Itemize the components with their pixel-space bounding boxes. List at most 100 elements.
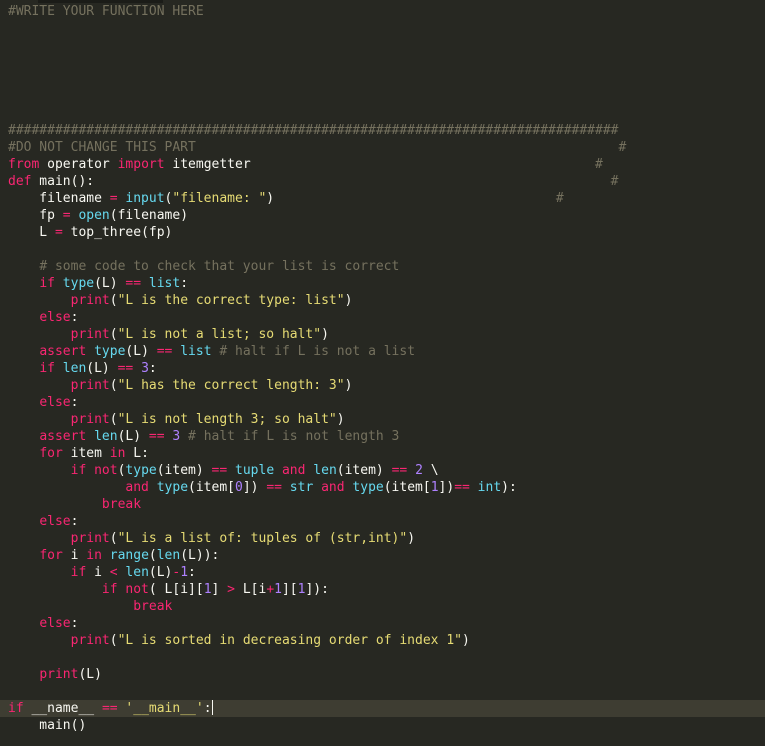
code-token: : xyxy=(188,565,196,580)
code-token: if xyxy=(39,361,55,376)
code-line[interactable]: ########################################… xyxy=(0,122,765,139)
code-token: : xyxy=(180,276,189,291)
code-token: i xyxy=(86,565,110,580)
code-token: if xyxy=(8,701,24,716)
code-token: '__main__' xyxy=(125,701,204,716)
code-line[interactable]: print("L has the correct length: 3") xyxy=(0,377,765,394)
code-line[interactable]: from operator import itemgetter # xyxy=(0,156,765,173)
code-line[interactable]: else: xyxy=(0,309,765,326)
code-token: ): xyxy=(501,480,517,495)
code-editor[interactable]: #WRITE YOUR FUNCTION HERE ###############… xyxy=(0,0,765,746)
code-line[interactable]: if type(L) == list: xyxy=(0,275,765,292)
code-line[interactable]: if i < len(L)-1: xyxy=(0,564,765,581)
code-line[interactable]: break xyxy=(0,598,765,615)
code-line[interactable]: print("L is a list of: tuples of (str,in… xyxy=(0,530,765,547)
code-token: : xyxy=(148,361,157,376)
code-token: (L) xyxy=(94,276,126,291)
code-token: # halt if L is not a list xyxy=(219,344,416,359)
code-line[interactable]: main() xyxy=(0,717,765,734)
code-line[interactable]: print("L is not length 3; so halt") xyxy=(0,411,765,428)
code-token: if xyxy=(39,276,55,291)
code-line[interactable]: break xyxy=(0,496,765,513)
code-line[interactable]: else: xyxy=(0,394,765,411)
code-line[interactable]: if len(L) == 3: xyxy=(0,360,765,377)
code-token: assert xyxy=(39,344,87,359)
code-token: ########################################… xyxy=(8,123,619,138)
code-line[interactable]: if not(type(item) == tuple and len(item)… xyxy=(0,462,765,479)
code-token: ( L[i][ xyxy=(148,582,204,597)
code-line[interactable] xyxy=(0,88,765,105)
code-line[interactable]: def main(): # xyxy=(0,173,765,190)
code-token: == xyxy=(454,480,470,495)
code-token: if xyxy=(101,582,118,597)
code-line[interactable] xyxy=(0,20,765,37)
code-token: filename xyxy=(8,191,110,206)
code-token: : xyxy=(70,310,79,325)
code-token: "L is a list of: tuples of (str,int)" xyxy=(117,531,408,546)
code-token: (L) xyxy=(125,344,157,359)
code-line[interactable]: print(L) xyxy=(0,666,765,683)
code-line[interactable] xyxy=(0,105,765,122)
code-line[interactable]: L = top_three(fp) xyxy=(0,224,765,241)
code-token: itemgetter xyxy=(164,157,596,172)
code-token: < xyxy=(109,565,118,580)
code-line[interactable] xyxy=(0,683,765,700)
code-token: (item) xyxy=(156,463,212,478)
code-token: ( xyxy=(109,378,118,393)
code-line[interactable]: #DO NOT CHANGE THIS PART # xyxy=(0,139,765,156)
code-token: #DO NOT CHANGE THIS PART # xyxy=(8,140,627,155)
code-token: type xyxy=(125,463,157,478)
code-line[interactable] xyxy=(0,37,765,54)
code-line[interactable]: for item in L: xyxy=(0,445,765,462)
code-token: == xyxy=(148,429,165,444)
code-line[interactable]: and type(item[0]) == str and type(item[1… xyxy=(0,479,765,496)
code-token: (filename) xyxy=(109,208,189,223)
code-token: ( xyxy=(109,412,118,427)
code-line[interactable] xyxy=(0,54,765,71)
code-token: == xyxy=(117,361,134,376)
code-token: str xyxy=(289,480,314,495)
code-token: 1 xyxy=(203,582,212,597)
code-token: fp xyxy=(8,208,63,223)
code-token: # xyxy=(555,191,564,206)
code-line[interactable]: # some code to check that your list is c… xyxy=(0,258,765,275)
code-token: break xyxy=(133,599,173,614)
code-line[interactable]: filename = input("filename: ") # xyxy=(0,190,765,207)
code-line[interactable]: print("L is sorted in decreasing order o… xyxy=(0,632,765,649)
text-cursor xyxy=(211,700,213,715)
code-line[interactable] xyxy=(0,241,765,258)
code-token: top_three(fp) xyxy=(62,225,173,240)
code-line[interactable]: fp = open(filename) xyxy=(0,207,765,224)
code-token: L xyxy=(8,225,55,240)
code-token: __name__ xyxy=(23,701,102,716)
code-line[interactable]: if __name__ == '__main__': xyxy=(0,700,765,717)
code-token: main(): xyxy=(31,174,611,189)
code-line[interactable]: print("L is the correct type: list") xyxy=(0,292,765,309)
code-token: input xyxy=(125,191,165,206)
code-line[interactable] xyxy=(0,649,765,666)
code-line[interactable]: if not( L[i][1] > L[i+1][1]): xyxy=(0,581,765,598)
code-line[interactable]: for i in range(len(L)): xyxy=(0,547,765,564)
code-line[interactable]: #WRITE YOUR FUNCTION HERE xyxy=(0,3,765,20)
code-line[interactable] xyxy=(0,71,765,88)
code-line[interactable]: else: xyxy=(0,513,765,530)
code-token: (L) xyxy=(86,361,118,376)
code-line[interactable]: assert type(L) == list # halt if L is no… xyxy=(0,343,765,360)
code-token: 0 xyxy=(235,480,243,495)
code-line[interactable]: print("L is not a list; so halt") xyxy=(0,326,765,343)
code-line[interactable]: else: xyxy=(0,615,765,632)
code-line[interactable]: assert len(L) == 3 # halt if L is not le… xyxy=(0,428,765,445)
